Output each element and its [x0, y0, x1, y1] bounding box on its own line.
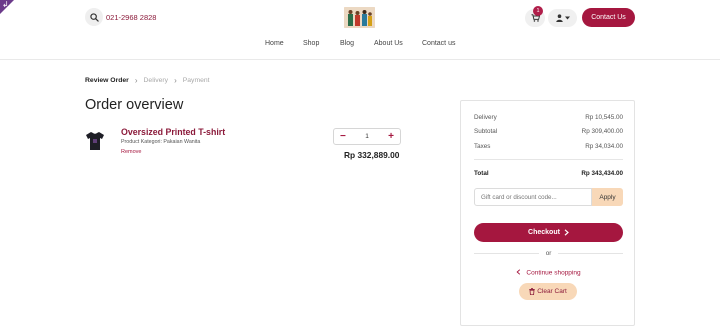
quantity-stepper: − 1 +: [333, 128, 401, 145]
chevron-right-icon: ›: [174, 76, 177, 85]
step-delivery[interactable]: Delivery: [144, 77, 169, 84]
cart-count-badge: 1: [533, 6, 543, 16]
checkout-steps: Review Order › Delivery › Payment: [85, 76, 210, 85]
divider-line: [474, 253, 539, 254]
search-button[interactable]: [85, 8, 103, 26]
chevron-right-icon: [564, 229, 569, 236]
contact-us-button[interactable]: Contact Us: [582, 8, 635, 27]
clear-cart-label: Clear Cart: [537, 288, 567, 295]
summary-label: Delivery: [474, 114, 497, 121]
step-payment[interactable]: Payment: [183, 77, 210, 84]
summary-value: Rp 309,400.00: [581, 128, 623, 135]
phone-number[interactable]: 021-2968 2828: [106, 13, 156, 22]
summary-row-delivery: Delivery Rp 10,545.00: [474, 114, 623, 121]
continue-shopping-label: Continue shopping: [526, 269, 581, 277]
summary-value: Rp 10,545.00: [585, 114, 623, 121]
remove-item-link[interactable]: Remove: [121, 149, 141, 155]
product-name[interactable]: Oversized Printed T-shirt: [121, 127, 225, 137]
checkout-label: Checkout: [528, 229, 560, 236]
trash-icon: [529, 288, 535, 295]
product-price: Rp 332,889.00: [344, 150, 400, 160]
summary-label: Taxes: [474, 143, 491, 150]
product-category: Product Kategori: Pakaian Wanita: [121, 139, 201, 145]
apply-code-button[interactable]: Apply: [592, 188, 623, 206]
total-value: Rp 343,434.00: [581, 170, 623, 177]
store-logo[interactable]: [344, 7, 375, 28]
divider-line: [558, 253, 624, 254]
site-header: 021-2968 2828 1 Contact Us Home Shop Blo…: [0, 0, 720, 60]
continue-shopping-link[interactable]: Continue shopping: [461, 269, 636, 277]
chevron-right-icon: ›: [134, 76, 138, 85]
order-summary-panel: Delivery Rp 10,545.00 Subtotal Rp 309,40…: [460, 100, 635, 326]
caret-down-icon: [564, 16, 570, 20]
search-icon: [89, 12, 99, 22]
increase-quantity-button[interactable]: +: [388, 131, 394, 142]
page-title: Order overview: [85, 97, 184, 113]
summary-row-subtotal: Subtotal Rp 309,400.00: [474, 128, 623, 135]
summary-label: Subtotal: [474, 128, 498, 135]
nav-about-us[interactable]: About Us: [374, 40, 403, 47]
nav-home[interactable]: Home: [265, 40, 284, 47]
chevron-left-icon: [516, 269, 521, 275]
logo-image: [344, 7, 375, 28]
summary-value: Rp 34,034.00: [585, 143, 623, 150]
decrease-quantity-button[interactable]: −: [340, 131, 346, 142]
step-review-order[interactable]: Review Order: [85, 77, 129, 84]
total-label: Total: [474, 170, 489, 177]
user-menu-button[interactable]: [548, 9, 577, 27]
checkout-button[interactable]: Checkout: [474, 223, 623, 242]
product-image[interactable]: [85, 130, 105, 152]
summary-row-total: Total Rp 343,434.00: [474, 170, 623, 177]
nav-blog[interactable]: Blog: [340, 40, 354, 47]
or-text: or: [545, 250, 552, 257]
summary-divider: [474, 159, 623, 160]
quantity-value[interactable]: 1: [365, 133, 369, 140]
tshirt-image: [86, 132, 104, 150]
clear-cart-button[interactable]: Clear Cart: [519, 283, 577, 300]
discount-code-input[interactable]: [474, 188, 592, 206]
user-icon: [555, 14, 563, 22]
nav-shop[interactable]: Shop: [303, 40, 319, 47]
phone-block: 021-2968 2828: [85, 8, 156, 26]
summary-row-taxes: Taxes Rp 34,034.00: [474, 143, 623, 150]
or-divider: or: [474, 250, 624, 257]
nav-contact-us[interactable]: Contact us: [422, 40, 455, 47]
